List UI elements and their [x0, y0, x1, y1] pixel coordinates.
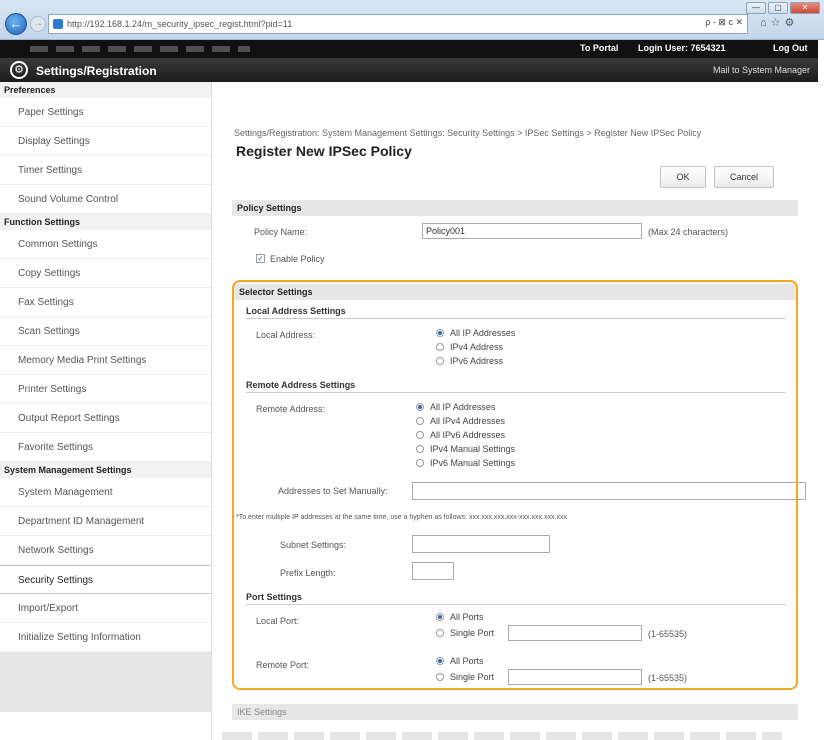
- browser-toolbar: — ▢ ✕ ← → http://192.168.1.24/m_security…: [0, 0, 824, 40]
- sidebar-heading-preferences: Preferences: [0, 82, 211, 98]
- sidebar-item-sound-volume[interactable]: Sound Volume Control: [0, 185, 211, 214]
- ike-settings-header: IKE Settings: [232, 704, 798, 720]
- sidebar: Preferences Paper Settings Display Setti…: [0, 82, 212, 740]
- close-button[interactable]: ✕: [790, 2, 820, 14]
- log-out-link[interactable]: Log Out: [773, 43, 808, 53]
- sidebar-empty-area: [0, 652, 211, 712]
- selector-settings-highlight: [232, 280, 798, 690]
- browser-tool-icons[interactable]: ⌂☆⚙: [760, 16, 798, 29]
- sidebar-item-import-export[interactable]: Import/Export: [0, 594, 211, 623]
- sidebar-item-common-settings[interactable]: Common Settings: [0, 230, 211, 259]
- app-header: ⚙ Settings/Registration Mail to System M…: [0, 58, 818, 82]
- maximize-button[interactable]: ▢: [768, 2, 788, 14]
- back-arrow-icon[interactable]: ←: [5, 13, 27, 35]
- sidebar-item-printer-settings[interactable]: Printer Settings: [0, 375, 211, 404]
- page-title: Register New IPSec Policy: [236, 143, 412, 159]
- sidebar-item-timer-settings[interactable]: Timer Settings: [0, 156, 211, 185]
- mail-system-manager-link[interactable]: Mail to System Manager: [713, 65, 810, 75]
- to-portal-link[interactable]: To Portal: [580, 43, 618, 53]
- ike-description-blurred: [222, 732, 782, 740]
- sidebar-item-department-id[interactable]: Department ID Management: [0, 507, 211, 536]
- sidebar-item-system-management[interactable]: System Management: [0, 478, 211, 507]
- policy-name-hint: (Max 24 characters): [648, 227, 729, 237]
- breadcrumb: Settings/Registration: System Management…: [234, 128, 702, 138]
- window-controls: — ▢ ✕: [746, 2, 820, 14]
- enable-policy-label: Enable Policy: [270, 254, 325, 264]
- sidebar-item-scan-settings[interactable]: Scan Settings: [0, 317, 211, 346]
- sidebar-item-copy-settings[interactable]: Copy Settings: [0, 259, 211, 288]
- ok-button[interactable]: OK: [660, 166, 706, 188]
- address-url: http://192.168.1.24/m_security_ipsec_reg…: [67, 19, 293, 29]
- address-tools[interactable]: ρ - ⊠ c ✕: [705, 17, 743, 28]
- sidebar-item-favorite-settings[interactable]: Favorite Settings: [0, 433, 211, 462]
- policy-name-input[interactable]: Policy001: [422, 223, 642, 239]
- sidebar-item-initialize[interactable]: Initialize Setting Information: [0, 623, 211, 652]
- sidebar-item-memory-media[interactable]: Memory Media Print Settings: [0, 346, 211, 375]
- address-bar[interactable]: http://192.168.1.24/m_security_ipsec_reg…: [48, 14, 748, 34]
- sidebar-heading-system: System Management Settings: [0, 462, 211, 478]
- policy-name-label: Policy Name:: [254, 227, 308, 237]
- forward-arrow-icon[interactable]: →: [30, 16, 46, 32]
- sidebar-item-output-report[interactable]: Output Report Settings: [0, 404, 211, 433]
- app-title: Settings/Registration: [36, 64, 157, 78]
- minimize-button[interactable]: —: [746, 2, 766, 14]
- sidebar-item-security-settings[interactable]: Security Settings: [0, 565, 211, 594]
- sidebar-item-fax-settings[interactable]: Fax Settings: [0, 288, 211, 317]
- sidebar-item-paper-settings[interactable]: Paper Settings: [0, 98, 211, 127]
- cancel-button[interactable]: Cancel: [714, 166, 774, 188]
- sidebar-item-network-settings[interactable]: Network Settings: [0, 536, 211, 565]
- sidebar-item-display-settings[interactable]: Display Settings: [0, 127, 211, 156]
- settings-gear-icon: ⚙: [10, 61, 28, 79]
- sidebar-heading-function: Function Settings: [0, 214, 211, 230]
- page-favicon-icon: [53, 19, 63, 29]
- device-top-bar: To Portal Login User: 7654321 Log Out: [0, 40, 818, 58]
- enable-policy-checkbox[interactable]: ✓: [256, 254, 265, 263]
- login-user-text: Login User: 7654321: [638, 43, 726, 53]
- device-name-blurred: [30, 46, 250, 52]
- policy-settings-header: Policy Settings: [232, 200, 798, 216]
